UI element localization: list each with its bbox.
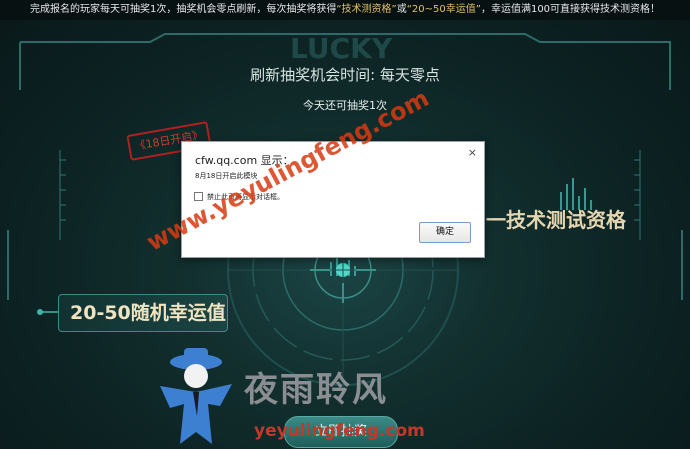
watermark-logo-text: 夜雨聆风 — [244, 370, 388, 410]
hud-ticks-left — [59, 150, 66, 240]
event-page: 完成报名的玩家每天可抽奖1次，抽奖机会零点刷新，每次抽奖将获得“技术测资格”或“… — [0, 0, 690, 449]
hud-dot-left — [37, 309, 43, 315]
remaining-draws-text: 今天还可抽奖1次 — [303, 99, 387, 112]
refresh-time-text: 刷新抽奖机会时间: 每天零点 — [250, 66, 440, 84]
close-icon[interactable]: × — [468, 146, 477, 159]
hud-ticks-right — [634, 150, 641, 240]
watermark-logo-url: yeyulingfeng.com — [254, 421, 425, 441]
dialog-ok-button[interactable]: 确定 — [419, 222, 471, 243]
hud-bg-letters: LUCKY — [290, 32, 393, 65]
prize-lucky-label: 20-50随机幸运值 — [70, 302, 226, 324]
mascot-logo — [160, 348, 232, 444]
prize-tech-test-label: 一技术测试资格 — [486, 208, 626, 232]
